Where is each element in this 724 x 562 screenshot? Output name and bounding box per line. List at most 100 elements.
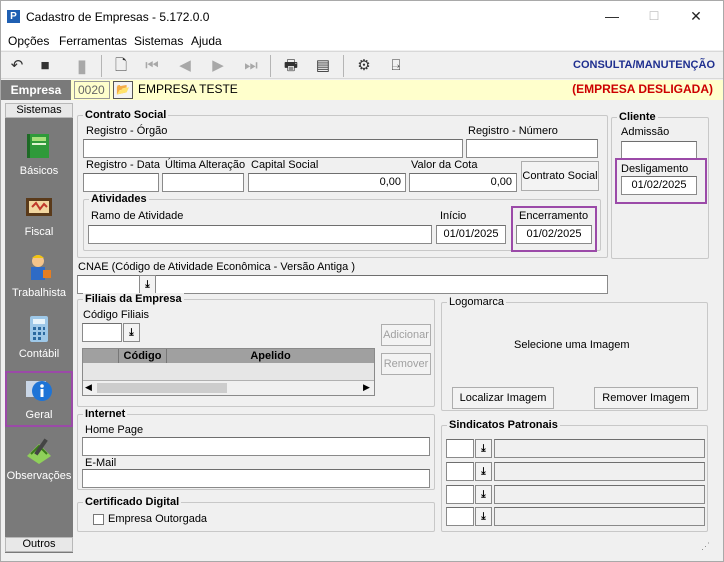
inicio-label: Início [440, 210, 467, 222]
valor-cota-label: Valor da Cota [411, 159, 478, 171]
ultima-alteracao-field[interactable] [162, 173, 244, 192]
logomarca-title: Logomarca [447, 296, 507, 308]
table-header-apelido[interactable]: Apelido [166, 349, 374, 363]
sidebar-item-trabalhista[interactable]: Trabalhista [5, 249, 73, 305]
first-record-icon[interactable]: ⏮ [141, 56, 163, 76]
cnae-field[interactable] [77, 275, 608, 294]
scrollbar-thumb[interactable] [97, 383, 227, 393]
codigo-filiais-dropdown-icon[interactable]: ⤓ [123, 323, 140, 342]
previous-record-icon[interactable]: ◀ [174, 56, 196, 76]
mode-indicator: CONSULTA/MANUTENÇÃO [573, 59, 715, 71]
toolbar: ↶ ■ ▮ 🗋 ⏮ ◀ ▶ ⏭ 🖶 ▤ ⚙ ⍈ CONSULTA/MANUTEN… [1, 51, 723, 79]
sidebar-item-label: Básicos [19, 165, 59, 177]
sidebar-item-fiscal[interactable]: Fiscal [5, 188, 73, 244]
sindicato-code-field[interactable] [446, 507, 474, 526]
empresa-status: (EMPRESA DESLIGADA) [572, 82, 713, 96]
sindicato-code-field[interactable] [446, 485, 474, 504]
print-icon[interactable]: 🖶 [280, 56, 302, 76]
sidebar-item-contabil[interactable]: Contábil [5, 310, 73, 366]
sindicato-name-field [494, 462, 705, 481]
app-logo-icon: P [7, 10, 20, 23]
cnae-dropdown-icon[interactable]: ⤓ [139, 275, 156, 294]
exit-door-icon[interactable]: ⍈ [385, 56, 407, 76]
cadastro-empresas-window: P Cadastro de Empresas - 5.172.0.0 — ☐ ✕… [0, 0, 724, 562]
sidebar-header[interactable]: Sistemas [5, 103, 73, 118]
ramo-atividade-label: Ramo de Atividade [91, 210, 184, 222]
undo-icon[interactable]: ↶ [6, 56, 28, 76]
email-field[interactable] [82, 469, 430, 488]
home-page-label: Home Page [85, 424, 144, 436]
resize-grip-icon[interactable]: ⋰ [701, 541, 713, 553]
sindicato-code-field[interactable] [446, 439, 474, 458]
menu-bar: Opções Ferramentas Sistemas Ajuda [1, 31, 723, 50]
valor-cota-field[interactable]: 0,00 [409, 173, 517, 192]
table-horizontal-scrollbar[interactable]: ◀ ▶ [83, 380, 374, 395]
empresa-code-field[interactable]: 0020 [74, 81, 110, 99]
inicio-field[interactable]: 01/01/2025 [436, 225, 506, 244]
filiais-table[interactable]: Código Apelido ◀ ▶ [82, 348, 375, 396]
registro-data-field[interactable] [83, 173, 159, 192]
empresa-outorgada-checkbox[interactable] [93, 514, 104, 525]
sidebar-item-label: Trabalhista [11, 287, 66, 299]
filiais-title: Filiais da Empresa [83, 293, 184, 305]
scroll-right-icon[interactable]: ▶ [363, 382, 370, 393]
sindicato-dropdown-icon[interactable]: ⤓ [475, 439, 492, 458]
sindicato-code-field[interactable] [446, 462, 474, 481]
empresa-label: Empresa [1, 80, 71, 100]
home-page-field[interactable] [82, 437, 430, 456]
encerramento-field[interactable]: 01/02/2025 [516, 225, 592, 244]
contrato-social-button[interactable]: Contrato Social [521, 161, 599, 191]
menu-ajuda[interactable]: Ajuda [191, 34, 222, 48]
bookmark-icon[interactable]: ▮ [71, 56, 93, 76]
notes-icon [27, 438, 51, 464]
remover-filial-button[interactable]: Remover [381, 353, 431, 375]
toolbar-separator [270, 55, 271, 77]
registro-numero-field[interactable] [466, 139, 598, 158]
worker-icon [31, 255, 51, 280]
report-icon[interactable]: ▤ [312, 56, 334, 76]
menu-ferramentas[interactable]: Ferramentas [59, 34, 127, 48]
preview-icon[interactable]: 🗋 [110, 56, 132, 76]
empresa-bar: Empresa 0020 📂 EMPRESA TESTE (EMPRESA DE… [1, 80, 723, 100]
tools-icon[interactable]: ⚙ [353, 56, 375, 76]
sidebar-footer[interactable]: Outros [5, 537, 73, 552]
open-folder-icon[interactable]: 📂 [113, 81, 133, 99]
empresa-name: EMPRESA TESTE [138, 82, 238, 96]
toolbar-separator [343, 55, 344, 77]
toolbar-separator [101, 55, 102, 77]
adicionar-filial-button[interactable]: Adicionar [381, 324, 431, 346]
desligamento-field[interactable]: 01/02/2025 [621, 176, 697, 195]
cliente-title: Cliente [617, 111, 658, 123]
capital-social-field[interactable]: 0,00 [248, 173, 406, 192]
table-row-indicator [83, 349, 118, 363]
localizar-imagem-button[interactable]: Localizar Imagem [452, 387, 554, 409]
sindicato-dropdown-icon[interactable]: ⤓ [475, 485, 492, 504]
scroll-left-icon[interactable]: ◀ [85, 382, 92, 393]
menu-sistemas[interactable]: Sistemas [134, 34, 183, 48]
sindicato-dropdown-icon[interactable]: ⤓ [475, 462, 492, 481]
sindicato-dropdown-icon[interactable]: ⤓ [475, 507, 492, 526]
close-button[interactable]: ✕ [681, 6, 711, 26]
atividades-title: Atividades [89, 193, 149, 205]
sindicatos-title: Sindicatos Patronais [447, 419, 560, 431]
table-header-codigo[interactable]: Código [118, 349, 166, 363]
save-icon[interactable]: ■ [34, 56, 56, 76]
ultima-alteracao-label: Última Alteração [165, 159, 246, 171]
empresa-outorgada-label: Empresa Outorgada [108, 513, 208, 525]
sidebar-item-basicos[interactable]: Básicos [5, 127, 73, 183]
minimize-button[interactable]: — [597, 6, 627, 26]
remover-imagem-button[interactable]: Remover Imagem [594, 387, 698, 409]
sidebar-item-geral[interactable]: Geral [5, 371, 73, 427]
ramo-atividade-field[interactable] [88, 225, 432, 244]
menu-opcoes[interactable]: Opções [8, 34, 49, 48]
maximize-button[interactable]: ☐ [639, 6, 669, 26]
email-label: E-Mail [85, 457, 117, 469]
codigo-filiais-field[interactable] [82, 323, 122, 342]
last-record-icon[interactable]: ⏭ [240, 56, 262, 76]
next-record-icon[interactable]: ▶ [207, 56, 229, 76]
sidebar-item-label: Fiscal [24, 226, 54, 238]
internet-title: Internet [83, 408, 128, 420]
registro-orgao-field[interactable] [83, 139, 463, 158]
sidebar-item-label: Contábil [18, 348, 60, 360]
sidebar-item-observacoes[interactable]: Observações [5, 432, 73, 488]
